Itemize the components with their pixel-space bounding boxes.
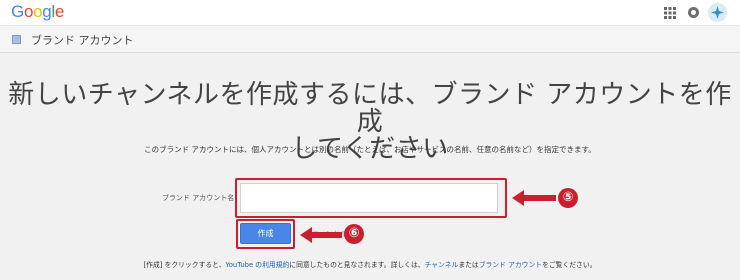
logo-letter-1: G — [11, 2, 24, 21]
google-logo[interactable]: Google — [11, 2, 64, 22]
create-button[interactable]: 作成 — [240, 223, 291, 244]
sub-header-title: ブランド アカウント — [31, 34, 134, 47]
footer-text-1: [作成] をクリックすると、 — [143, 261, 226, 269]
brand-account-link[interactable]: ブランド アカウント — [479, 261, 542, 269]
logo-letter-6: e — [54, 2, 65, 21]
brand-account-name-input[interactable] — [240, 183, 498, 213]
sub-header: ブランド アカウント — [0, 26, 740, 53]
avatar-image-icon — [708, 3, 727, 22]
channel-link[interactable]: チャンネル — [425, 261, 459, 269]
page-title-line-1: 新しいチャンネルを作成するには、ブランド アカウントを作成 — [8, 80, 732, 137]
footer-text-2: に同意したものと見なされます。詳しくは、 — [289, 261, 425, 269]
arrow-left-icon — [512, 190, 556, 206]
footer-text-4: をご覧ください。 — [542, 261, 597, 269]
description-text: このブランド アカウントには、個人アカウントとは別の名前（たとえば、お店やサービ… — [144, 145, 596, 154]
avatar[interactable] — [708, 3, 727, 22]
apps-grid-icon[interactable] — [664, 7, 676, 19]
arrow-left-icon-2 — [300, 227, 342, 243]
brand-account-icon — [12, 35, 21, 44]
brand-account-name-label: ブランド アカウント名 — [162, 194, 235, 202]
notifications-icon[interactable] — [688, 7, 699, 18]
logo-letter-2: o — [23, 2, 34, 21]
footer-text-3: または — [458, 261, 479, 269]
step-marker-5: ⑤ — [558, 188, 578, 208]
logo-letter-3: o — [33, 2, 43, 21]
terms-of-service-link[interactable]: YouTube の利用規約 — [226, 261, 290, 269]
step-marker-6: ⑥ — [344, 224, 364, 244]
footer-terms: [作成] をクリックすると、YouTube の利用規約に同意したものと見なされま… — [0, 259, 740, 269]
top-bar: Google — [0, 0, 740, 26]
